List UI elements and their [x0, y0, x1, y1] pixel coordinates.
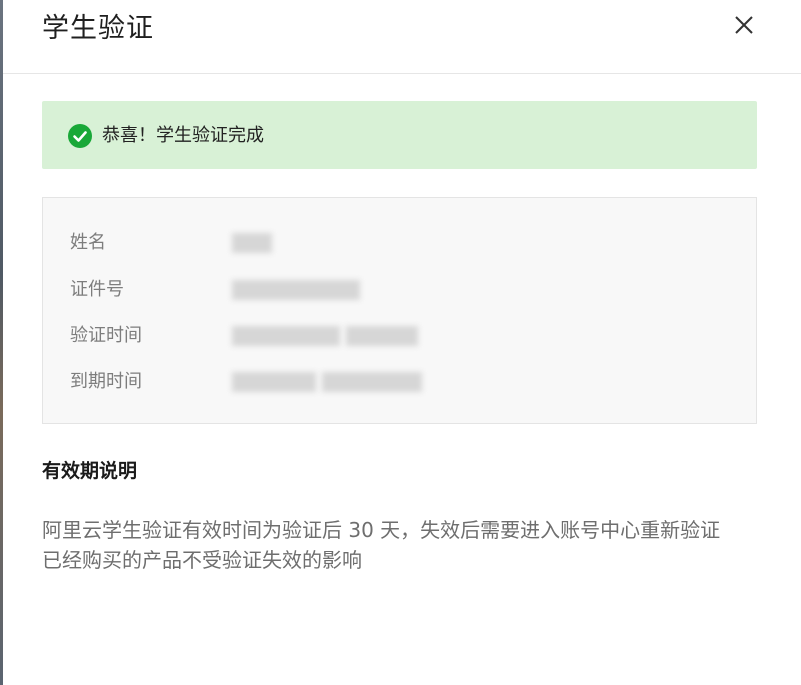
validity-line-1: 阿里云学生验证有效时间为验证后 30 天，失效后需要进入账号中心重新验证 [42, 518, 721, 542]
info-row-id-number: 证件号 [43, 275, 756, 305]
dialog-title: 学生验证 [42, 13, 154, 44]
dialog-header: 学生验证 [3, 0, 801, 74]
close-button[interactable] [731, 12, 757, 38]
info-row-verify-time: 验证时间 [43, 321, 756, 351]
verification-info-card: 姓名 证件号 验证时间 到期时间 [42, 197, 757, 424]
validity-description: 阿里云学生验证有效时间为验证后 30 天，失效后需要进入账号中心重新验证 已经购… [42, 515, 762, 575]
validity-line-2: 已经购买的产品不受验证失效的影响 [42, 548, 362, 572]
check-circle-icon [68, 124, 92, 148]
info-value-expire-time-redacted [232, 372, 428, 392]
info-label-id-number: 证件号 [70, 279, 124, 300]
close-icon [735, 16, 753, 34]
info-row-expire-time: 到期时间 [43, 367, 756, 397]
validity-section-title: 有效期说明 [42, 460, 138, 482]
info-label-verify-time: 验证时间 [70, 325, 142, 346]
student-verification-dialog: 学生验证 恭喜！学生验证完成 姓名 证件号 验证时间 到期时间 有效期说明 阿里… [3, 0, 801, 685]
success-banner: 恭喜！学生验证完成 [42, 101, 757, 169]
info-value-name-redacted [232, 233, 278, 253]
info-label-name: 姓名 [70, 232, 106, 253]
info-value-verify-time-redacted [232, 326, 424, 346]
success-message: 恭喜！学生验证完成 [102, 125, 264, 146]
info-label-expire-time: 到期时间 [70, 371, 142, 392]
info-value-id-number-redacted [232, 280, 366, 300]
info-row-name: 姓名 [43, 228, 756, 258]
